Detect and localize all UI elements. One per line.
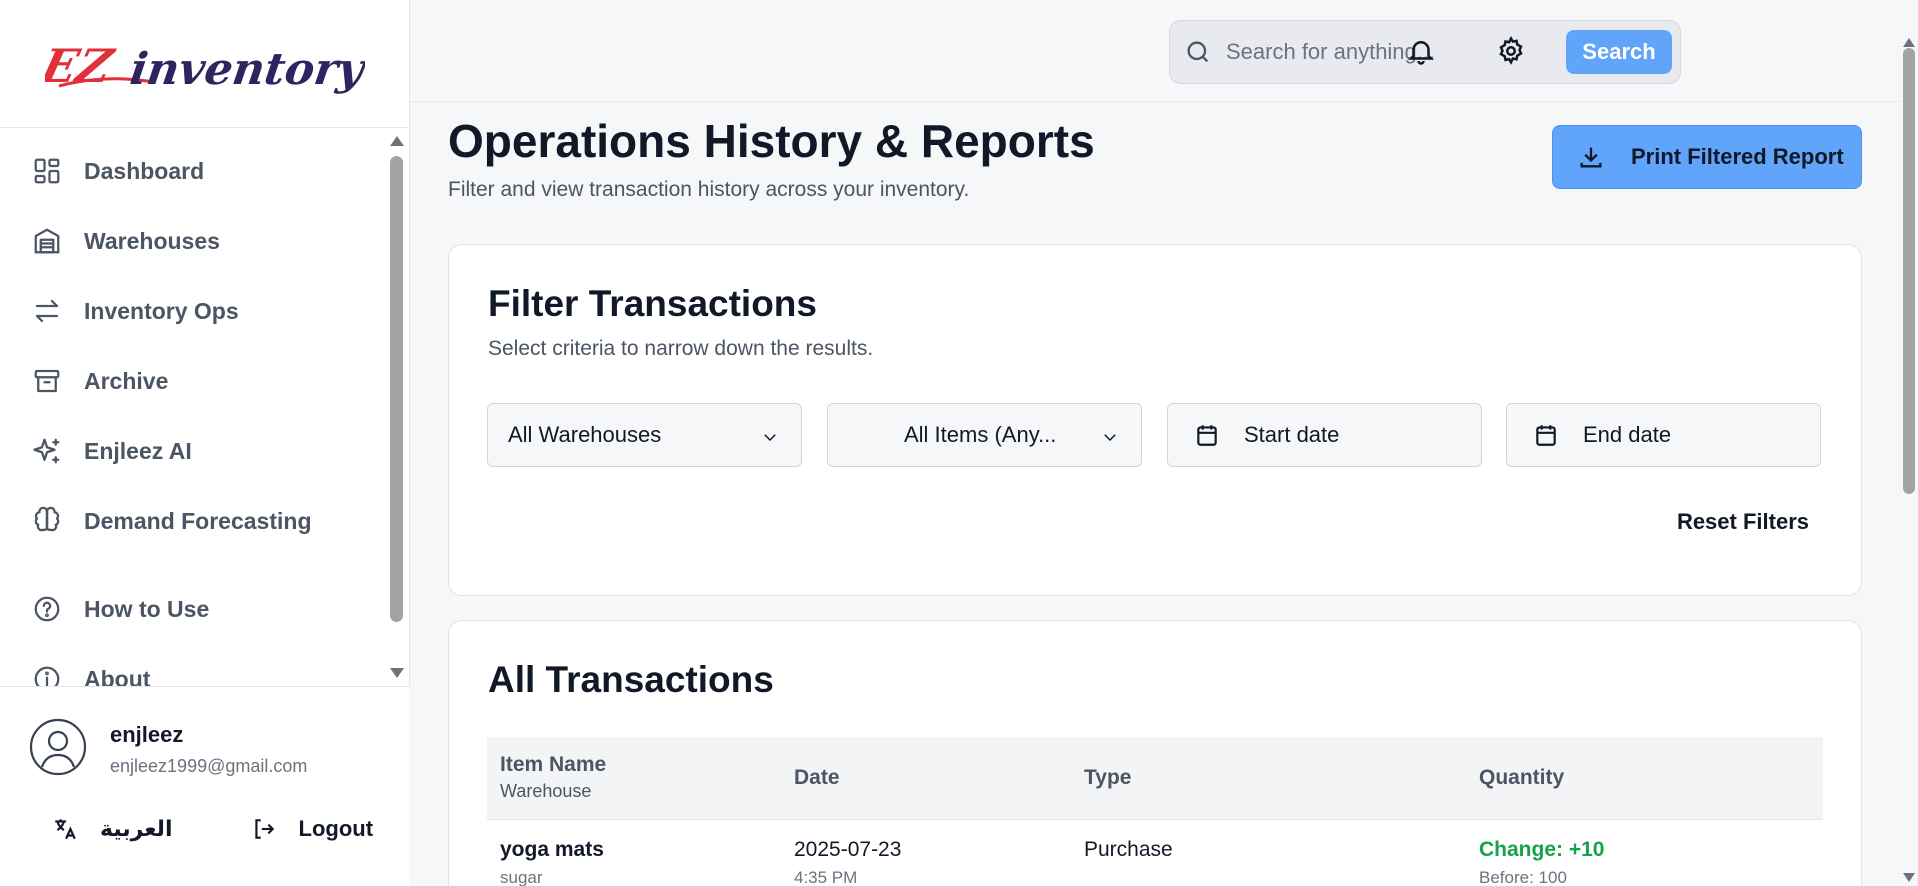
user-name: enjleez	[110, 722, 184, 747]
sidebar: EZ inventory Dashboard Warehouses Invent…	[0, 0, 410, 886]
gear-icon[interactable]	[1496, 35, 1526, 66]
warehouse-icon	[30, 224, 64, 258]
calendar-icon	[1194, 422, 1220, 448]
language-label: العربية	[100, 816, 173, 841]
sidebar-item-label: Inventory Ops	[84, 297, 239, 324]
column-item-sublabel: Warehouse	[500, 781, 592, 802]
items-select-value: All Items (Any...	[904, 422, 1057, 447]
search-icon	[1184, 38, 1212, 66]
page-scrollbar-thumb[interactable]	[1903, 48, 1915, 494]
avatar[interactable]	[28, 717, 88, 782]
quantity-change: Change: +10	[1479, 837, 1605, 861]
chevron-down-icon	[761, 426, 779, 444]
column-item-label: Item Name	[500, 753, 607, 777]
items-select[interactable]: All Items (Any...	[827, 403, 1142, 467]
page-scrollbar[interactable]	[1900, 0, 1918, 886]
dashboard-icon	[30, 154, 64, 188]
sidebar-item-inventory-ops[interactable]: Inventory Ops	[0, 288, 386, 334]
logo-image: EZ inventory	[45, 39, 365, 95]
calendar-icon	[1533, 422, 1559, 448]
sidebar-item-warehouses[interactable]: Warehouses	[0, 218, 386, 264]
sidebar-item-demand-forecasting[interactable]: Demand Forecasting	[0, 498, 386, 544]
transactions-card-title: All Transactions	[488, 659, 774, 700]
sidebar-item-label: Warehouses	[84, 227, 220, 254]
quantity-before: Before: 100	[1479, 867, 1567, 886]
brain-icon	[30, 504, 64, 538]
cell-quantity: Change: +10 Before: 100	[1466, 818, 1823, 886]
nav-separator	[0, 568, 386, 586]
sidebar-item-dashboard[interactable]: Dashboard	[0, 148, 386, 194]
print-filtered-report-button[interactable]: Print Filtered Report	[1552, 125, 1862, 189]
user-email: enjleez1999@gmail.com	[110, 756, 308, 776]
user-circle-icon	[29, 718, 87, 776]
archive-icon	[30, 364, 64, 398]
logout-icon	[254, 819, 274, 839]
download-icon	[1580, 147, 1602, 168]
sidebar-item-label: Dashboard	[84, 157, 205, 184]
column-header-date[interactable]: Date	[781, 737, 1071, 819]
reset-filters-button[interactable]: Reset Filters	[1677, 509, 1809, 535]
sidebar-item-label: Demand Forecasting	[84, 507, 312, 534]
logout-label: Logout	[298, 816, 374, 841]
scroll-up-arrow-icon[interactable]	[1903, 38, 1915, 47]
scroll-down-arrow-icon[interactable]	[390, 668, 404, 678]
sidebar-nav: Dashboard Warehouses Inventory Ops Archi…	[0, 128, 386, 686]
start-date-picker[interactable]: Start date	[1167, 403, 1482, 467]
svg-text:inventory: inventory	[127, 43, 365, 95]
search-button[interactable]: Search	[1566, 30, 1672, 74]
column-header-item[interactable]: Item Name Warehouse	[487, 737, 781, 819]
help-circle-icon	[30, 592, 64, 626]
info-icon	[30, 662, 64, 686]
end-date-label: End date	[1583, 422, 1672, 447]
filter-card-title: Filter Transactions	[488, 283, 817, 324]
cell-type: Purchase	[1071, 818, 1466, 886]
logout-button[interactable]: Logout	[251, 816, 374, 842]
warehouse-select[interactable]: All Warehouses	[487, 403, 802, 467]
scroll-up-arrow-icon[interactable]	[390, 136, 404, 146]
item-name: yoga mats	[500, 837, 604, 861]
warehouse-select-value: All Warehouses	[508, 422, 662, 447]
column-header-quantity[interactable]: Quantity	[1466, 737, 1823, 819]
main-content: Operations History & Reports Filter and …	[410, 102, 1900, 886]
language-toggle-button[interactable]: العربية	[52, 816, 173, 842]
filter-card-subtitle: Select criteria to narrow down the resul…	[488, 337, 874, 360]
sidebar-item-label: How to Use	[84, 595, 210, 622]
sidebar-item-label: Archive	[84, 367, 169, 394]
start-date-label: Start date	[1244, 422, 1340, 447]
scroll-down-arrow-icon[interactable]	[1903, 873, 1915, 882]
top-header: Search	[410, 0, 1900, 102]
sidebar-item-archive[interactable]: Archive	[0, 358, 386, 404]
sidebar-scrollbar[interactable]	[386, 128, 408, 686]
sidebar-item-about[interactable]: About	[0, 656, 386, 686]
chevron-down-icon	[1101, 426, 1119, 444]
scrollbar-thumb[interactable]	[390, 156, 403, 622]
item-warehouse: sugar	[500, 867, 543, 886]
arrows-swap-icon	[30, 294, 64, 328]
cell-item: yoga mats sugar	[487, 818, 781, 886]
svg-text:EZ: EZ	[45, 39, 120, 93]
print-button-label: Print Filtered Report	[1631, 144, 1844, 169]
column-header-type[interactable]: Type	[1071, 737, 1466, 819]
sidebar-item-label: Enjleez AI	[84, 437, 192, 464]
sidebar-item-enjleez-ai[interactable]: Enjleez AI	[0, 428, 386, 474]
logo[interactable]: EZ inventory	[0, 0, 409, 128]
sparkles-icon	[30, 434, 64, 468]
filter-card: Filter Transactions Select criteria to n…	[448, 244, 1862, 596]
transaction-time: 4:35 PM	[794, 867, 858, 886]
page-subtitle: Filter and view transaction history acro…	[448, 178, 970, 201]
translate-icon	[55, 819, 76, 840]
table-row[interactable]: yoga mats sugar 2025-07-23 4:35 PM Purch…	[487, 818, 1823, 886]
bell-icon[interactable]	[1406, 36, 1436, 66]
user-panel: enjleez enjleez1999@gmail.com العربية Lo…	[0, 686, 410, 886]
table-header-row: Item Name Warehouse Date Type Quantity	[487, 737, 1823, 819]
end-date-picker[interactable]: End date	[1506, 403, 1821, 467]
transactions-card: All Transactions Item Name Warehouse Dat…	[448, 620, 1862, 886]
sidebar-item-how-to-use[interactable]: How to Use	[0, 586, 386, 632]
page-title: Operations History & Reports	[448, 115, 1095, 167]
transactions-table: Item Name Warehouse Date Type Quantity y…	[487, 737, 1823, 886]
cell-date: 2025-07-23 4:35 PM	[781, 818, 1071, 886]
transaction-date: 2025-07-23	[794, 837, 902, 861]
sidebar-item-label: About	[84, 665, 151, 687]
